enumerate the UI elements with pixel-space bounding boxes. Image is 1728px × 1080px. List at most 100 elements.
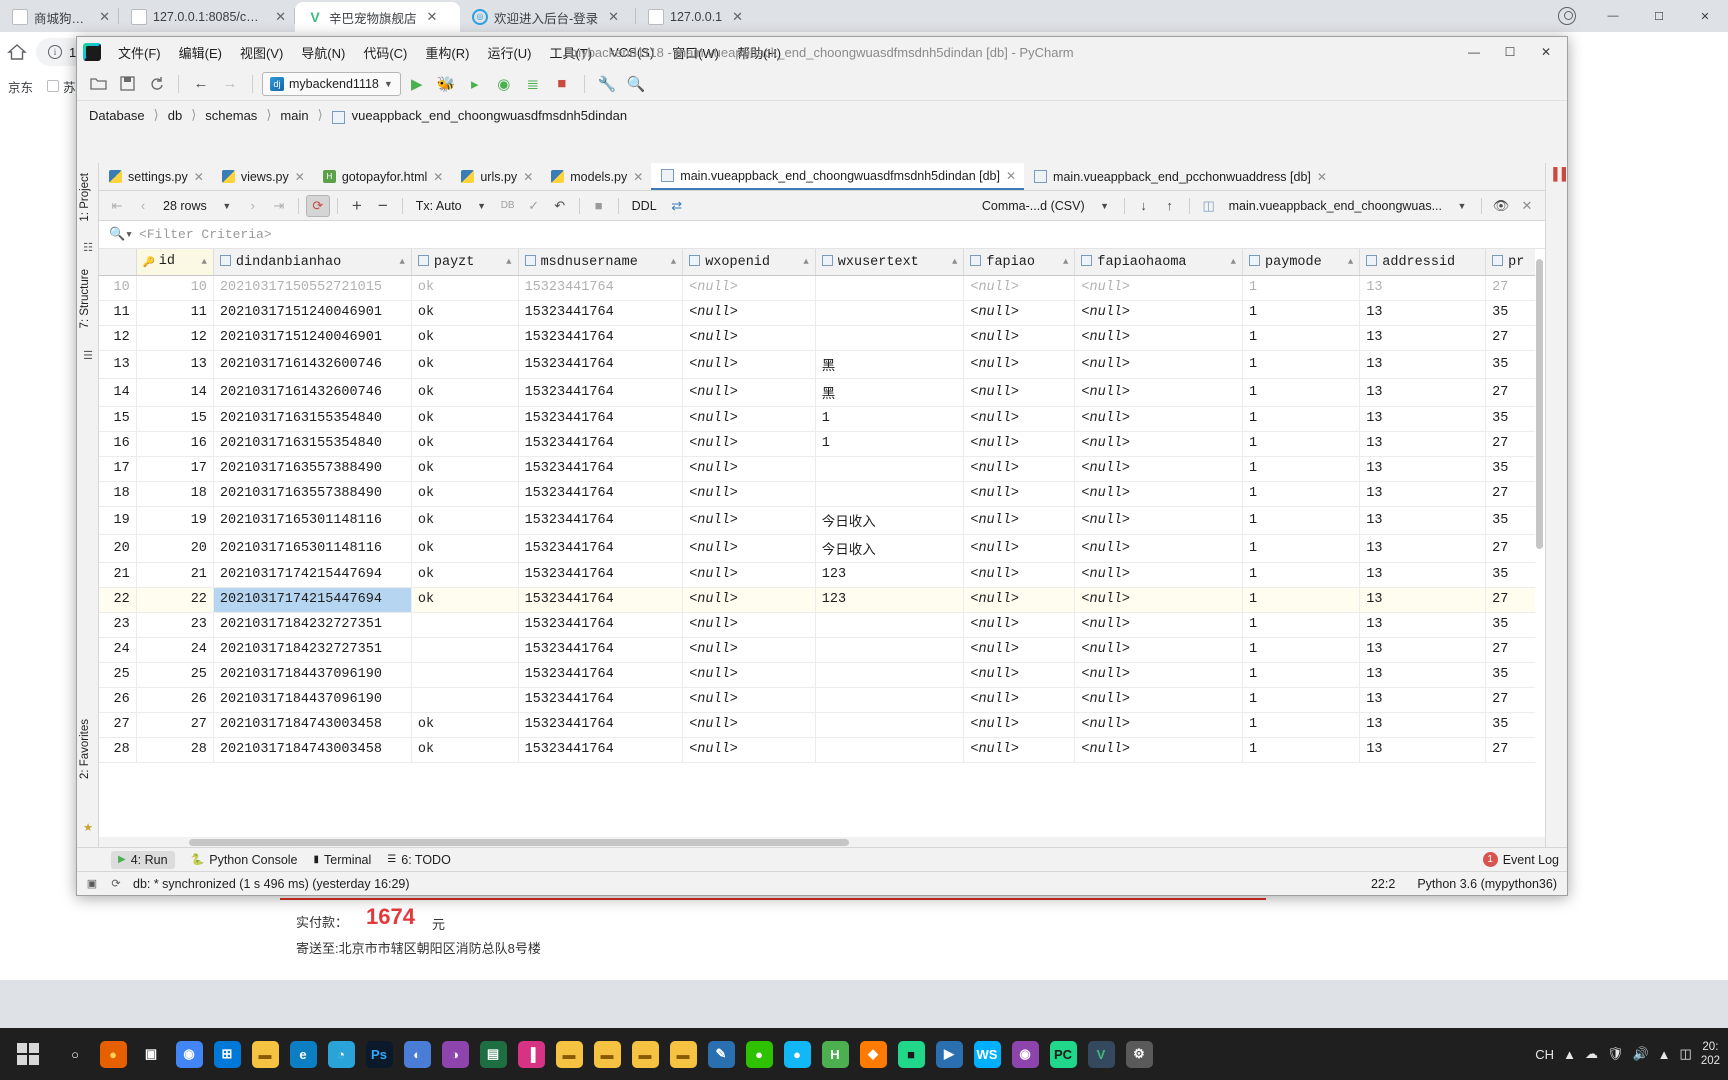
table-cell-fapiaohaoma[interactable]: <null> [1074, 456, 1244, 482]
row-number-cell[interactable]: 18 [99, 481, 137, 507]
table-cell-fapiao[interactable]: <null> [963, 275, 1076, 301]
table-cell-fapiaohaoma[interactable]: <null> [1074, 350, 1244, 379]
table-cell-paymode[interactable]: 1 [1242, 350, 1361, 379]
table-cell-addressid[interactable]: 13 [1359, 378, 1487, 407]
row-number-cell[interactable]: 10 [99, 275, 137, 301]
shield-icon[interactable]: 🛡 [1607, 1046, 1624, 1062]
table-cell-fapiao[interactable]: <null> [963, 350, 1076, 379]
sidebar-toggle-icon[interactable]: ▣ [85, 877, 99, 891]
battery-icon[interactable]: ◫ [1680, 1046, 1692, 1062]
table-row[interactable]: 12 12 20210317151240046901 ok 15323441764 <nu… [99, 325, 1545, 351]
search-icon[interactable]: ○ [56, 1028, 94, 1080]
rollback-icon[interactable]: ↶ [548, 195, 572, 217]
table-cell-wxusertext[interactable]: 123 [815, 562, 965, 588]
column-header-id[interactable]: 🔑 id ▲ [136, 249, 214, 276]
table-cell-paymode[interactable]: 1 [1242, 431, 1361, 457]
editor-tab-gotopayfor-html[interactable]: H gotopayfor.html ✕ [313, 163, 452, 190]
table-cell-wxopenid[interactable]: <null> [682, 456, 816, 482]
table-cell-payzt[interactable]: ok [411, 481, 519, 507]
table-row[interactable]: 10 10 20210317150552721015 ok 15323441764 <nu… [99, 275, 1545, 301]
table-cell-dindanbianhao[interactable]: 20210317163155354840 [213, 431, 412, 457]
row-number-cell[interactable]: 21 [99, 562, 137, 588]
table-cell-paymode[interactable]: 1 [1242, 300, 1361, 326]
folder-icon[interactable]: ▬ [246, 1028, 284, 1080]
edge-icon[interactable]: e [284, 1028, 322, 1080]
table-cell-wxopenid[interactable]: <null> [682, 378, 816, 407]
sort-arrow-icon[interactable]: ▲ [1348, 257, 1353, 267]
table-cell-dindanbianhao[interactable]: 20210317161432600746 [213, 350, 412, 379]
table-cell-msdnusername[interactable]: 15323441764 [518, 325, 684, 351]
table-cell-wxusertext[interactable] [815, 637, 965, 663]
settings-wrench-icon[interactable]: 🔧 [594, 72, 620, 96]
table-cell-addressid[interactable]: 13 [1359, 587, 1487, 613]
row-number-cell[interactable]: 19 [99, 506, 137, 535]
table-cell-payzt[interactable]: ok [411, 534, 519, 563]
table-cell-wxusertext[interactable] [815, 300, 965, 326]
rows-count-label[interactable]: 28 rows [157, 199, 213, 213]
table-cell-fapiao[interactable]: <null> [963, 406, 1076, 432]
table-cell-paymode[interactable]: 1 [1242, 275, 1361, 301]
table-cell-wxusertext[interactable] [815, 662, 965, 688]
table-cell-paymode[interactable]: 1 [1242, 534, 1361, 563]
taskview-icon[interactable]: ▣ [132, 1028, 170, 1080]
table-cell-wxusertext[interactable]: 1 [815, 406, 965, 432]
row-number-cell[interactable]: 13 [99, 350, 137, 379]
table-cell-fapiao[interactable]: <null> [963, 637, 1076, 663]
table-cell-payzt[interactable]: ok [411, 300, 519, 326]
row-number-cell[interactable]: 20 [99, 534, 137, 563]
run-coverage-icon[interactable]: ▸ [462, 72, 488, 96]
table-cell-payzt[interactable] [411, 687, 519, 713]
sort-arrow-icon[interactable]: ▲ [506, 257, 511, 267]
table-cell-msdnusername[interactable]: 15323441764 [518, 637, 684, 663]
close-icon[interactable]: ✕ [427, 9, 438, 25]
sync-icon[interactable] [143, 72, 169, 96]
sort-arrow-icon[interactable]: ▲ [1063, 257, 1068, 267]
table-cell-addressid[interactable]: 13 [1359, 612, 1487, 638]
open-folder-icon[interactable] [85, 72, 111, 96]
table-cell-paymode[interactable]: 1 [1242, 612, 1361, 638]
menu-vcs[interactable]: VCS(S) [601, 42, 663, 63]
editor-tab-settings-py[interactable]: settings.py ✕ [99, 163, 212, 190]
table-cell-paymode[interactable]: 1 [1242, 587, 1361, 613]
bookmark-1[interactable]: 苏 [47, 77, 76, 96]
table-cell-fapiao[interactable]: <null> [963, 325, 1076, 351]
table-row[interactable]: 27 27 20210317184743003458 ok 15323441764 <nu… [99, 712, 1545, 738]
account-icon[interactable] [1544, 0, 1590, 32]
table-cell-msdnusername[interactable]: 15323441764 [518, 612, 684, 638]
table-row[interactable]: 23 23 20210317184232727351 15323441764 <null… [99, 612, 1545, 638]
table-cell-wxopenid[interactable]: <null> [682, 687, 816, 713]
table-cell-addressid[interactable]: 13 [1359, 325, 1487, 351]
row-number-cell[interactable]: 28 [99, 737, 137, 763]
table-cell-paymode[interactable]: 1 [1242, 637, 1361, 663]
table-cell-wxusertext[interactable] [815, 712, 965, 738]
table-cell-dindanbianhao[interactable]: 20210317184743003458 [213, 737, 412, 763]
table-cell-wxusertext[interactable] [815, 456, 965, 482]
folder5-icon[interactable]: ▬ [664, 1028, 702, 1080]
export-to-file-icon[interactable]: ↓ [1132, 195, 1156, 217]
ws-icon[interactable]: WS [968, 1028, 1006, 1080]
delete-row-icon[interactable]: − [371, 195, 395, 217]
python-interpreter[interactable]: Python 3.6 (mypython36) [1417, 877, 1557, 891]
wechat-icon[interactable]: ● [740, 1028, 778, 1080]
row-number-cell[interactable]: 27 [99, 712, 137, 738]
breadcrumb-database[interactable]: Database [89, 108, 145, 123]
table-cell-fapiaohaoma[interactable]: <null> [1074, 587, 1244, 613]
settings-app-icon[interactable]: ⚙ [1120, 1028, 1158, 1080]
column-header-fapiao[interactable]: fapiao ▲ [963, 249, 1076, 276]
browser-tab-3[interactable]: ◎ 欢迎进入后台-登录 ✕ [460, 2, 635, 32]
table-cell-wxusertext[interactable] [815, 687, 965, 713]
sidebar-item-structure[interactable]: 7: Structure [77, 263, 94, 334]
row-number-cell[interactable]: 11 [99, 300, 137, 326]
table-cell-wxusertext[interactable]: 黑 [815, 378, 965, 407]
filter-search-icon[interactable]: 🔍▾ [109, 227, 133, 242]
table-cell-dindanbianhao[interactable]: 20210317184743003458 [213, 712, 412, 738]
maximize-button[interactable]: ☐ [1636, 0, 1682, 32]
table-cell-paymode[interactable]: 1 [1242, 481, 1361, 507]
table-cell-wxopenid[interactable]: <null> [682, 325, 816, 351]
table-cell-fapiao[interactable]: <null> [963, 712, 1076, 738]
paint-icon[interactable]: ◑ [436, 1028, 474, 1080]
table-cell-paymode[interactable]: 1 [1242, 506, 1361, 535]
media-icon[interactable]: ▶ [930, 1028, 968, 1080]
database-strip-icon[interactable]: ☷ [81, 241, 95, 255]
scrollbar-thumb[interactable] [1536, 259, 1543, 549]
